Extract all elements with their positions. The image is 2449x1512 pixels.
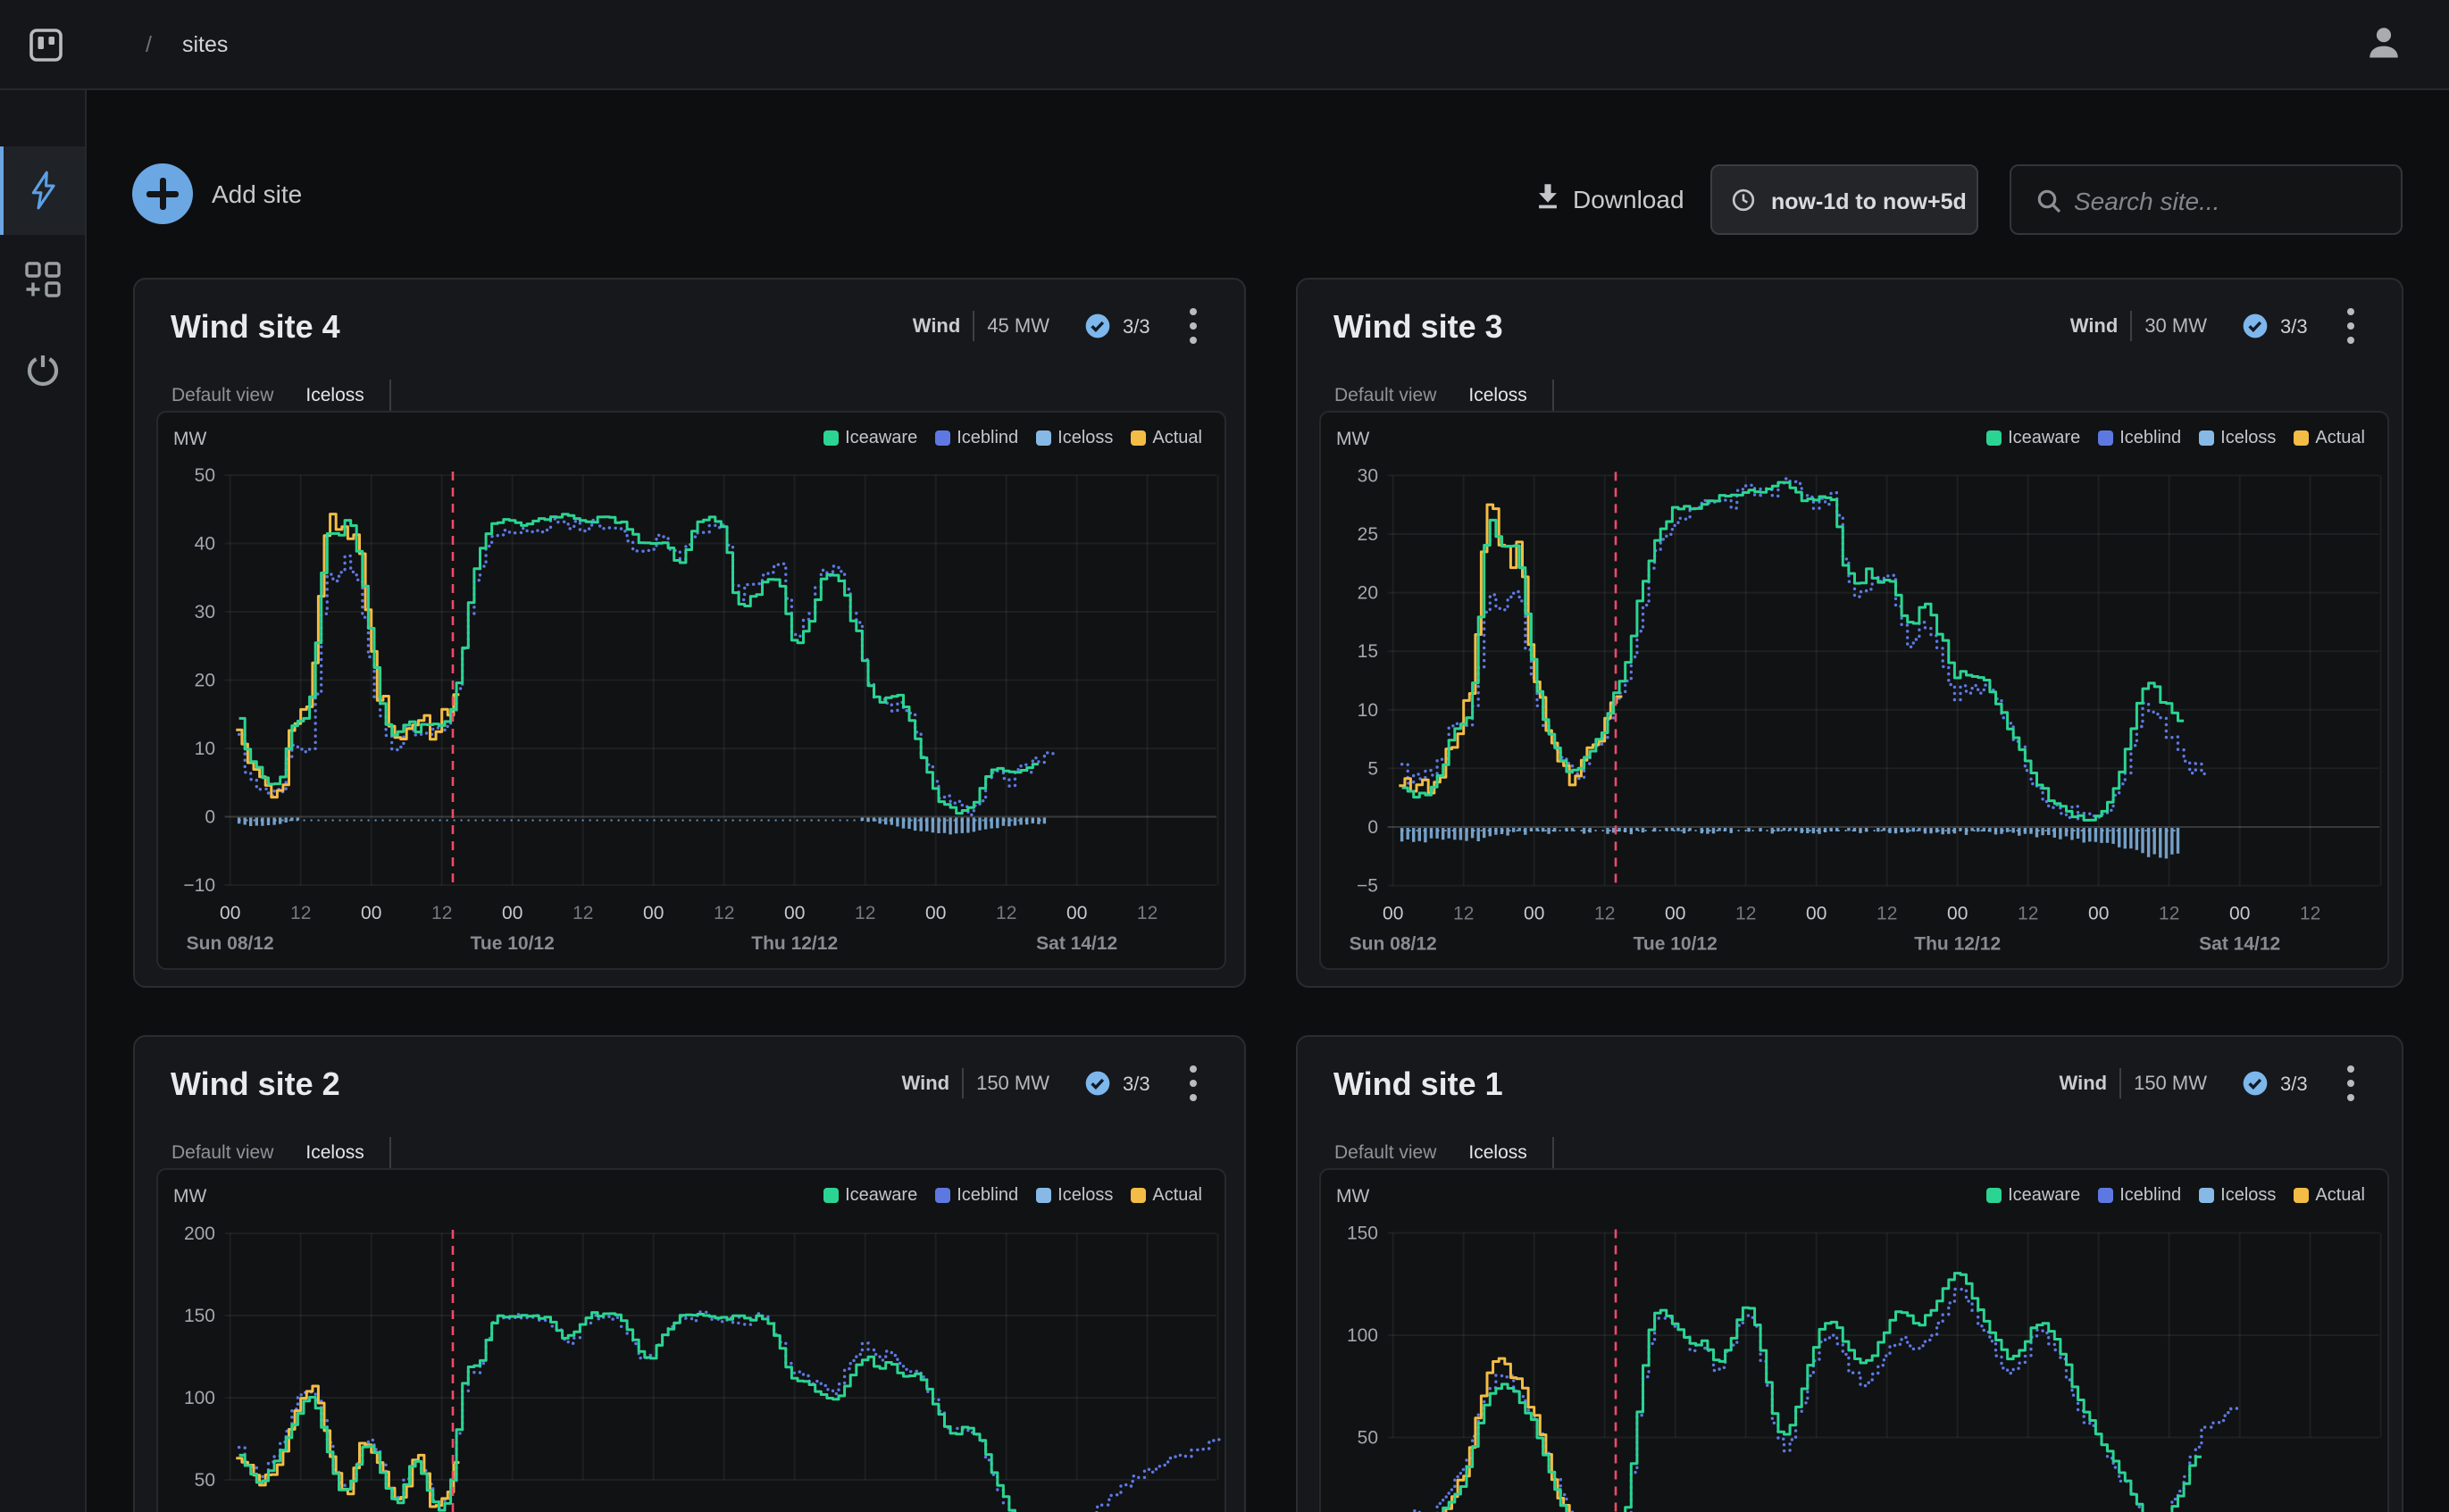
svg-text:0: 0: [1367, 817, 1378, 838]
svg-text:40: 40: [195, 534, 215, 555]
svg-text:00: 00: [643, 903, 664, 923]
svg-text:−10: −10: [183, 875, 215, 896]
svg-text:10: 10: [195, 739, 215, 759]
svg-text:Thu 12/12: Thu 12/12: [1914, 934, 2001, 955]
svg-text:12: 12: [2018, 904, 2038, 924]
svg-text:Sat 14/12: Sat 14/12: [2199, 934, 2280, 955]
svg-text:10: 10: [1358, 700, 1378, 721]
svg-text:12: 12: [573, 903, 593, 923]
svg-text:MW: MW: [173, 1186, 206, 1207]
svg-text:−5: −5: [1357, 876, 1378, 897]
svg-text:0: 0: [205, 807, 215, 828]
svg-text:50: 50: [1358, 1428, 1378, 1449]
svg-text:25: 25: [1358, 524, 1378, 545]
svg-text:00: 00: [925, 903, 946, 923]
svg-text:15: 15: [1358, 641, 1378, 662]
svg-text:20: 20: [195, 671, 215, 691]
svg-text:Sat 14/12: Sat 14/12: [1036, 933, 1117, 954]
svg-text:12: 12: [996, 903, 1016, 923]
svg-text:Tue 10/12: Tue 10/12: [471, 933, 555, 954]
svg-text:12: 12: [855, 903, 875, 923]
svg-text:00: 00: [361, 903, 381, 923]
svg-text:5: 5: [1367, 758, 1378, 779]
svg-text:12: 12: [431, 903, 452, 923]
svg-text:12: 12: [1594, 904, 1615, 924]
svg-text:12: 12: [1137, 903, 1158, 923]
svg-text:100: 100: [184, 1388, 215, 1408]
svg-text:00: 00: [1806, 904, 1826, 924]
svg-text:MW: MW: [1336, 1186, 1369, 1207]
svg-text:30: 30: [195, 602, 215, 622]
svg-text:Sun 08/12: Sun 08/12: [1350, 934, 1437, 955]
svg-text:12: 12: [1735, 904, 1756, 924]
svg-text:150: 150: [1347, 1224, 1378, 1244]
svg-text:20: 20: [1358, 583, 1378, 604]
svg-text:12: 12: [1453, 904, 1474, 924]
svg-text:00: 00: [1665, 904, 1685, 924]
svg-text:12: 12: [714, 903, 734, 923]
svg-text:00: 00: [502, 903, 522, 923]
svg-text:00: 00: [784, 903, 805, 923]
svg-text:150: 150: [184, 1306, 215, 1326]
svg-text:30: 30: [1358, 465, 1378, 486]
svg-text:00: 00: [2229, 904, 2250, 924]
svg-text:00: 00: [1947, 904, 1968, 924]
svg-text:Sun 08/12: Sun 08/12: [187, 933, 274, 954]
svg-text:Thu 12/12: Thu 12/12: [751, 933, 838, 954]
svg-text:Tue 10/12: Tue 10/12: [1634, 934, 1718, 955]
svg-text:12: 12: [290, 903, 311, 923]
svg-text:12: 12: [2300, 904, 2320, 924]
svg-text:12: 12: [1876, 904, 1897, 924]
svg-text:50: 50: [195, 465, 215, 486]
svg-text:12: 12: [2159, 904, 2179, 924]
svg-text:200: 200: [184, 1224, 215, 1244]
svg-text:MW: MW: [173, 429, 206, 449]
svg-text:MW: MW: [1336, 429, 1369, 449]
svg-text:00: 00: [220, 903, 240, 923]
svg-text:00: 00: [1383, 904, 1403, 924]
svg-text:100: 100: [1347, 1325, 1378, 1346]
svg-text:00: 00: [2088, 904, 2109, 924]
svg-text:00: 00: [1066, 903, 1087, 923]
svg-text:50: 50: [195, 1470, 215, 1491]
svg-text:00: 00: [1524, 904, 1544, 924]
